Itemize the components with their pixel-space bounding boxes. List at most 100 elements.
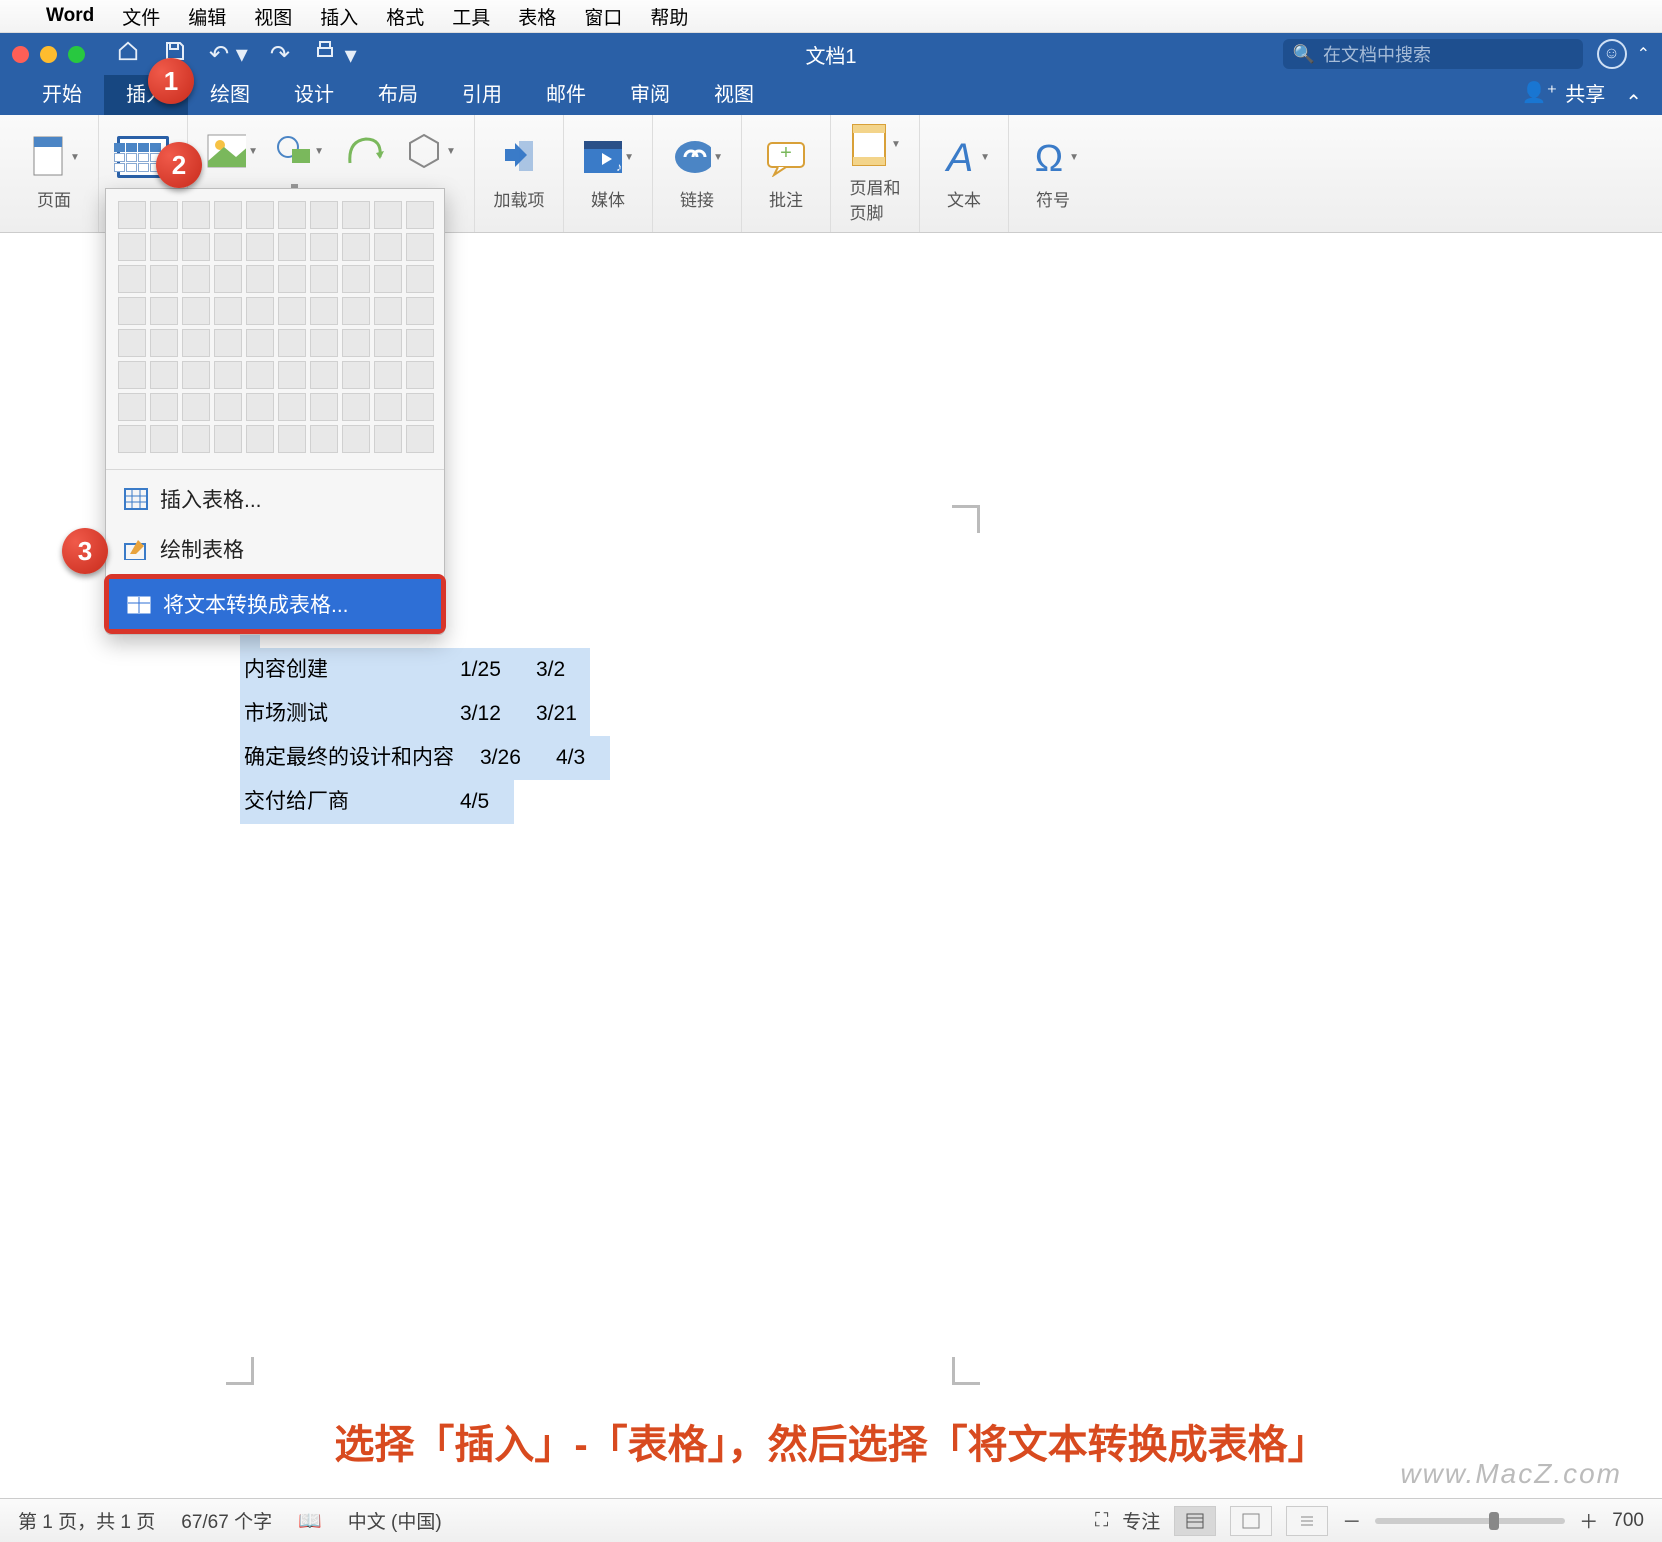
menu-view[interactable]: 视图 bbox=[254, 3, 292, 30]
zoom-in-button[interactable]: ＋ bbox=[1579, 1507, 1598, 1534]
pencil-table-icon bbox=[124, 538, 148, 560]
search-input[interactable]: 🔍 在文档中搜索 bbox=[1283, 39, 1583, 69]
word-count[interactable]: 67/67 个字 bbox=[181, 1507, 272, 1534]
menu-insert[interactable]: 插入 bbox=[320, 3, 358, 30]
menu-insert-table[interactable]: 插入表格... bbox=[106, 474, 444, 524]
menu-edit[interactable]: 编辑 bbox=[188, 3, 226, 30]
menu-draw-table[interactable]: 绘制表格 bbox=[106, 524, 444, 574]
ribbon-chevron-icon[interactable]: ⌃ bbox=[1625, 90, 1642, 115]
home-icon[interactable] bbox=[115, 40, 141, 69]
symbol-icon[interactable]: Ω▼ bbox=[1027, 136, 1079, 178]
zoom-out-button[interactable]: － bbox=[1342, 1507, 1361, 1534]
cell: 市场测试 bbox=[244, 692, 434, 736]
undo-icon[interactable]: ↶ ▾ bbox=[209, 40, 248, 69]
menu-draw-table-label: 绘制表格 bbox=[160, 534, 244, 564]
collapse-ribbon-icon[interactable]: ⌃ bbox=[1637, 44, 1650, 64]
group-symbols: Ω▼ 符号 bbox=[1009, 115, 1097, 232]
app-name[interactable]: Word bbox=[46, 5, 94, 27]
tab-home[interactable]: 开始 bbox=[20, 70, 104, 115]
document-title: 文档1 bbox=[805, 40, 856, 69]
cell: 内容创建 bbox=[244, 648, 434, 692]
minimize-window-button[interactable] bbox=[40, 46, 57, 63]
web-layout-view-button[interactable] bbox=[1230, 1506, 1272, 1536]
menu-convert-label: 将文本转换成表格... bbox=[163, 589, 349, 619]
media-icon[interactable]: ♪▼ bbox=[582, 136, 634, 178]
link-icon[interactable]: ▼ bbox=[671, 136, 723, 178]
picture-icon[interactable]: ▼ bbox=[206, 130, 258, 172]
tab-view[interactable]: 视图 bbox=[692, 70, 776, 115]
comment-icon[interactable]: + bbox=[760, 136, 812, 178]
group-links-label: 链接 bbox=[680, 186, 714, 211]
cell: 4/5 bbox=[460, 780, 510, 824]
annotation-badge-1: 1 bbox=[148, 58, 194, 104]
share-label: 共享 bbox=[1565, 78, 1605, 107]
zoom-slider[interactable] bbox=[1375, 1518, 1565, 1524]
zoom-window-button[interactable] bbox=[68, 46, 85, 63]
feedback-icon[interactable]: ☺ bbox=[1597, 39, 1627, 69]
group-links: ▼ 链接 bbox=[653, 115, 742, 232]
headerfooter-icon[interactable]: ▼ bbox=[849, 124, 901, 166]
cell: 3/21 bbox=[536, 692, 586, 736]
convert-icon bbox=[127, 593, 151, 615]
highlight-frame: 将文本转换成表格... bbox=[104, 574, 446, 634]
tab-references[interactable]: 引用 bbox=[440, 70, 524, 115]
zoom-level[interactable]: 700 bbox=[1612, 1510, 1644, 1532]
margin-corner-icon bbox=[226, 1357, 254, 1385]
tab-review[interactable]: 审阅 bbox=[608, 70, 692, 115]
window-controls bbox=[12, 46, 85, 63]
quick-access-toolbar: ↶ ▾ ↷ ▾ bbox=[115, 39, 357, 70]
group-pages-label: 页面 bbox=[37, 186, 71, 211]
focus-label[interactable]: 专注 bbox=[1122, 1507, 1160, 1534]
menu-window[interactable]: 窗口 bbox=[584, 3, 622, 30]
menu-format[interactable]: 格式 bbox=[386, 3, 424, 30]
tab-mailings[interactable]: 邮件 bbox=[524, 70, 608, 115]
ribbon-tabs: 开始 插入 绘图 设计 布局 引用 邮件 审阅 视图 👤⁺ 共享 ⌃ bbox=[0, 75, 1662, 115]
group-text-label: 文本 bbox=[947, 186, 981, 211]
menu-convert-text-to-table[interactable]: 将文本转换成表格... bbox=[109, 579, 441, 629]
svg-text:A: A bbox=[945, 136, 974, 179]
3dmodel-icon[interactable]: ▼ bbox=[404, 130, 456, 172]
menu-tools[interactable]: 工具 bbox=[452, 3, 490, 30]
menu-table[interactable]: 表格 bbox=[518, 3, 556, 30]
table-icon bbox=[124, 488, 148, 510]
print-layout-view-button[interactable] bbox=[1174, 1506, 1216, 1536]
svg-text:Ω: Ω bbox=[1035, 138, 1063, 179]
shapes-icon[interactable]: ▼ bbox=[272, 130, 324, 172]
tab-layout[interactable]: 布局 bbox=[356, 70, 440, 115]
close-window-button[interactable] bbox=[12, 46, 29, 63]
search-icon: 🔍 bbox=[1293, 44, 1315, 65]
menu-file[interactable]: 文件 bbox=[122, 3, 160, 30]
tab-design[interactable]: 设计 bbox=[272, 70, 356, 115]
print-icon[interactable]: ▾ bbox=[312, 39, 357, 70]
cell: 3/26 bbox=[480, 736, 530, 780]
focus-icon[interactable]: ⛶ bbox=[1095, 1510, 1108, 1532]
margin-corner-icon bbox=[952, 1357, 980, 1385]
cell: 确定最终的设计和内容 bbox=[244, 736, 454, 780]
language-status[interactable]: 中文 (中国) bbox=[348, 1507, 442, 1534]
spellcheck-icon[interactable]: 📖 bbox=[298, 1509, 322, 1533]
page-count[interactable]: 第 1 页，共 1 页 bbox=[18, 1507, 155, 1534]
svg-text:♪: ♪ bbox=[616, 160, 622, 174]
outline-view-button[interactable] bbox=[1286, 1506, 1328, 1536]
tab-draw[interactable]: 绘图 bbox=[188, 70, 272, 115]
cell: 3/2 bbox=[536, 648, 586, 692]
cell: 4/3 bbox=[556, 736, 606, 780]
text-icon[interactable]: A▼ bbox=[938, 136, 990, 178]
status-bar: 第 1 页，共 1 页 67/67 个字 📖 中文 (中国) ⛶ 专注 － ＋ … bbox=[0, 1498, 1662, 1542]
addins-icon[interactable] bbox=[493, 136, 545, 178]
share-button[interactable]: 👤⁺ 共享 bbox=[1508, 70, 1619, 115]
annotation-badge-3: 3 bbox=[62, 528, 108, 574]
table-grid-picker[interactable] bbox=[106, 189, 444, 465]
menu-help[interactable]: 帮助 bbox=[650, 3, 688, 30]
group-addins-label: 加载项 bbox=[494, 186, 545, 211]
annotation-badge-2: 2 bbox=[156, 142, 202, 188]
page-icon[interactable]: ▼ bbox=[28, 136, 80, 178]
mac-menubar: Word 文件 编辑 视图 插入 格式 工具 表格 窗口 帮助 bbox=[0, 0, 1662, 33]
margin-corner-icon bbox=[952, 505, 980, 533]
window-titlebar: ↶ ▾ ↷ ▾ 文档1 🔍 在文档中搜索 ☺ ⌃ bbox=[0, 33, 1662, 75]
redo-icon[interactable]: ↷ bbox=[270, 40, 290, 69]
group-media-label: 媒体 bbox=[591, 186, 625, 211]
smartart-icon[interactable] bbox=[338, 130, 390, 172]
menu-insert-table-label: 插入表格... bbox=[160, 484, 262, 514]
group-headerfooter: ▼ 页眉和 页脚 bbox=[831, 115, 920, 232]
